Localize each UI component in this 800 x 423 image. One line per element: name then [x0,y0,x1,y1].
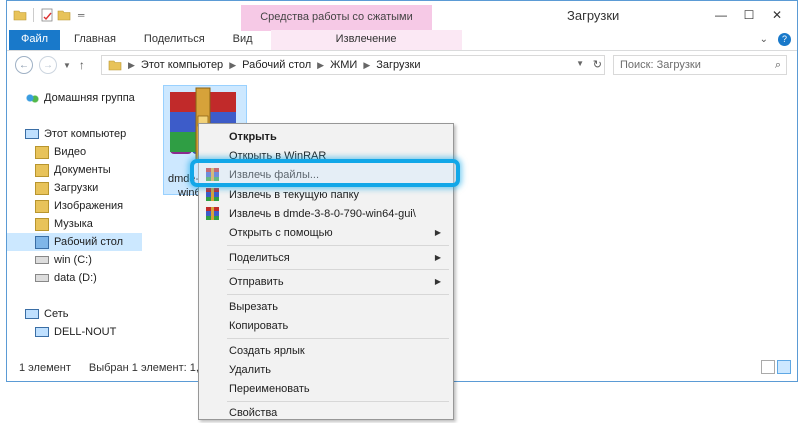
menu-item-open-with[interactable]: Открыть с помощью ▶ [201,222,451,243]
winrar-icon [206,188,219,201]
sidebar-item-label: Домашняя группа [44,92,135,104]
menu-separator [227,338,449,339]
refresh-icon[interactable]: ↻ [593,58,602,71]
sidebar-item-network[interactable]: Сеть [25,305,68,323]
sidebar-item-label: DELL-NOUT [54,326,117,338]
tab-extract[interactable]: Извлечение [270,30,462,50]
window-title: Загрузки [567,8,620,23]
sidebar-item-label: Видео [54,146,87,158]
sidebar-item-label: data (D:) [54,272,97,284]
menu-item-delete[interactable]: Удалить [201,359,451,380]
documents-folder-icon [35,163,49,177]
details-view-icon[interactable] [761,360,775,374]
downloads-folder-icon [35,181,49,195]
menu-item-properties[interactable]: Свойства [201,402,451,423]
menu-item-share[interactable]: Поделиться ▶ [201,247,451,268]
menu-item-cut[interactable]: Вырезать [201,296,451,317]
breadcrumb-this-pc[interactable]: Этот компьютер [141,59,223,71]
tab-share[interactable]: Поделиться [130,30,219,50]
view-buttons [761,360,791,374]
address-bar[interactable]: ▶ Этот компьютер ▶ Рабочий стол ▶ ЖМИ ▶ … [101,55,605,75]
sidebar-item-label: Сеть [44,308,69,320]
forward-icon[interactable]: → [39,56,57,74]
search-placeholder: Поиск: Загрузки [620,59,701,71]
drive-icon [35,274,49,282]
chevron-right-icon[interactable]: ▶ [128,60,135,71]
sidebar-item-drive-c[interactable]: win (C:) [35,251,92,269]
music-folder-icon [35,217,49,231]
navigation-pane: Домашняя группа Этот компьютер Видео Док… [7,83,151,351]
chevron-right-icon[interactable]: ▶ [229,60,236,71]
winrar-icon [206,207,219,220]
windows-drive-icon [35,256,49,264]
sidebar-item-label: Этот компьютер [44,128,127,140]
sidebar-item-label: Рабочий стол [54,236,124,248]
address-row: ← → ▼ ↑ ▶ Этот компьютер ▶ Рабочий стол … [7,52,797,78]
sidebar-item-pictures[interactable]: Изображения [35,197,123,215]
search-input[interactable]: Поиск: Загрузки ⌕ [613,55,787,75]
breadcrumb-zhmi[interactable]: ЖМИ [330,59,357,71]
sidebar-item-label: Документы [54,164,111,176]
search-icon[interactable]: ⌕ [775,56,781,74]
submenu-arrow-icon: ▶ [434,228,441,237]
breadcrumb-desktop[interactable]: Рабочий стол [242,59,311,71]
sidebar-item-desktop[interactable]: Рабочий стол [7,233,142,251]
menu-item-create-shortcut[interactable]: Создать ярлык [201,340,451,361]
submenu-arrow-icon: ▶ [434,253,441,262]
menu-item-copy[interactable]: Копировать [201,315,451,336]
recent-locations-icon[interactable]: ▼ [63,61,71,70]
close-icon[interactable]: ✕ [763,5,791,25]
maximize-icon[interactable]: ☐ [735,5,763,25]
window-controls: — ☐ ✕ [707,5,791,25]
sidebar-item-label: Загрузки [54,182,99,194]
tab-file[interactable]: Файл [9,30,61,50]
pictures-folder-icon [35,199,49,213]
chevron-right-icon[interactable]: ▶ [363,60,370,71]
homegroup-icon [25,91,39,105]
sidebar-item-videos[interactable]: Видео [35,143,86,161]
tab-view[interactable]: Вид [219,30,267,50]
help-icon[interactable]: ? [778,33,791,46]
sidebar-item-downloads[interactable]: Загрузки [35,179,98,197]
ribbon-tabs: Файл Главная Поделиться Вид Извлечение ⌄… [7,30,797,51]
sidebar-item-documents[interactable]: Документы [35,161,111,179]
sidebar-item-label: win (C:) [54,254,92,266]
menu-item-extract-here[interactable]: Извлечь в текущую папку [201,184,451,205]
menu-separator [227,269,449,270]
minimize-icon[interactable]: — [707,5,735,25]
sidebar-item-label: Музыка [54,218,93,230]
folder-icon [108,60,122,71]
back-icon[interactable]: ← [15,56,33,74]
menu-item-open[interactable]: Открыть [201,126,451,147]
sidebar-item-drive-d[interactable]: data (D:) [35,269,97,287]
ribbon-right-controls: ⌄ ? [760,33,791,46]
menu-separator [227,294,449,295]
submenu-arrow-icon: ▶ [434,277,441,286]
up-icon[interactable]: ↑ [79,58,85,72]
title-bar: ═ Средства работы со сжатыми папками Заг… [7,1,797,47]
computer-icon [35,327,49,337]
menu-separator [227,245,449,246]
sidebar-item-homegroup[interactable]: Домашняя группа [25,89,135,107]
network-icon [25,309,39,319]
sidebar-item-music[interactable]: Музыка [35,215,93,233]
expand-ribbon-icon[interactable]: ⌄ [760,34,768,45]
breadcrumb-downloads[interactable]: Загрузки [376,59,420,71]
large-icons-view-icon[interactable] [777,360,791,374]
computer-icon [25,129,39,139]
sidebar-item-this-pc[interactable]: Этот компьютер [25,125,126,143]
sidebar-item-label: Изображения [54,200,124,212]
chevron-down-icon[interactable]: ▼ [576,59,584,68]
highlight-callout [190,159,460,187]
selection-info: Выбран 1 элемент: 1,74 [88,362,212,374]
menu-item-send-to[interactable]: Отправить ▶ [201,271,451,292]
menu-item-rename[interactable]: Переименовать [201,378,451,399]
sidebar-item-dell-nout[interactable]: DELL-NOUT [35,323,116,341]
desktop-folder-icon [35,235,49,249]
item-count: 1 элемент [19,362,71,374]
menu-item-extract-to-folder[interactable]: Извлечь в dmde-3-8-0-790-win64-gui\ [201,203,451,224]
tab-home[interactable]: Главная [60,30,130,50]
videos-folder-icon [35,145,49,159]
chevron-right-icon[interactable]: ▶ [317,60,324,71]
